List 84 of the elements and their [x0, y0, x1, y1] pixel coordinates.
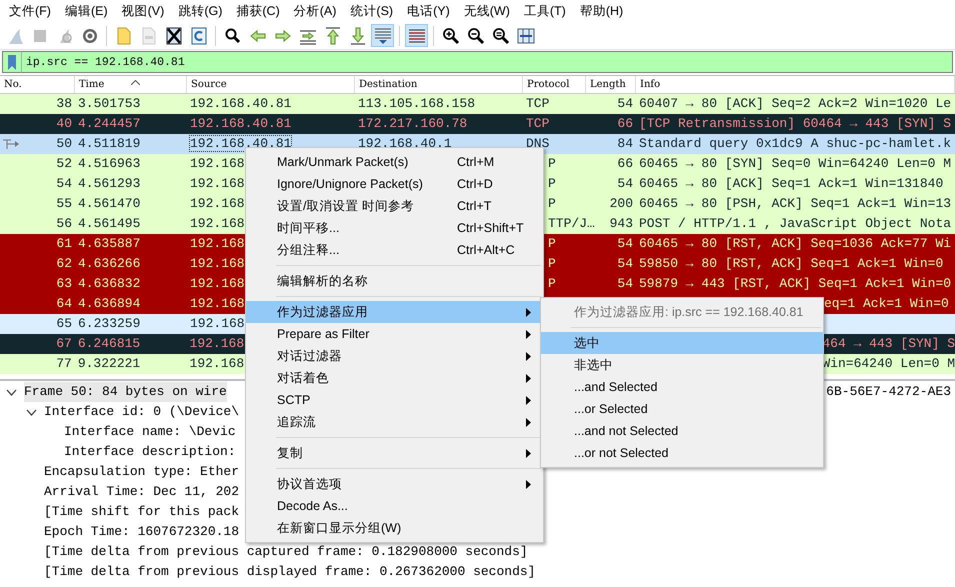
- table-cell: 192.168: [190, 256, 245, 271]
- table-cell: 66: [617, 116, 633, 131]
- table-cell: P: [548, 176, 556, 191]
- table-cell: 192.168.40.81: [190, 136, 292, 151]
- table-cell: 67: [56, 336, 72, 351]
- table-cell: TCP: [526, 116, 550, 131]
- table-cell: 65: [56, 316, 72, 331]
- table-cell: TTP/J…: [548, 216, 595, 231]
- table-cell: 77: [56, 356, 72, 371]
- table-cell: 54: [56, 176, 72, 191]
- table-cell: TCP: [526, 96, 550, 111]
- table-cell: 192.168: [190, 336, 244, 351]
- table-cell: 60465 → 80 [ACK] Seq=1 Ack=1 Win=131840: [639, 176, 944, 191]
- table-cell: 192.168: [190, 236, 245, 251]
- table-cell: 192.168.40.1: [358, 136, 452, 151]
- table-cell: 55: [56, 196, 72, 211]
- table-cell: 4.516963: [78, 156, 140, 171]
- table-cell: P: [548, 256, 556, 271]
- table-cell: 464 → 443 [SYN] S: [822, 336, 955, 351]
- table-cell: 4.636894: [78, 296, 140, 311]
- table-cell: 38: [56, 96, 72, 111]
- table-cell: 4.636266: [78, 256, 140, 271]
- menu-header: 作为过滤器应用: ip.src == 192.168.40.81: [573, 304, 804, 321]
- table-cell: 4.561495: [78, 216, 140, 231]
- table-cell: 56: [56, 216, 72, 231]
- table-cell: DNS: [526, 136, 550, 151]
- table-cell: 61: [56, 236, 72, 251]
- table-cell: 60465 → 80 [SYN] Seq=0 Win=64240 Len=0 M: [639, 156, 952, 171]
- shortcut-text: Ctrl+Shift+T: [457, 220, 524, 237]
- table-cell: 54: [617, 176, 633, 191]
- table-cell: 52: [56, 156, 72, 171]
- table-cell: eq=1 Ack=1 Win=0: [824, 296, 949, 311]
- table-cell: 4.561293: [78, 176, 140, 191]
- table-cell: POST / HTTP/1.1 , JavaScript Object Nota: [639, 216, 952, 231]
- table-cell: 6.246815: [78, 336, 140, 351]
- table-cell: 54: [617, 96, 633, 111]
- shortcut-text: Ctrl+Alt+C: [457, 242, 515, 259]
- table-cell: 50: [56, 136, 72, 151]
- table-cell: 4.635887: [78, 236, 140, 251]
- table-cell: 6.233259: [78, 316, 140, 331]
- table-cell: 40: [56, 116, 72, 131]
- table-cell: 192.168.40.81: [190, 116, 292, 131]
- table-cell: 59850 → 80 [RST, ACK] Seq=1 Ack=1 Win=0: [639, 256, 944, 271]
- table-cell: P: [548, 156, 556, 171]
- table-cell: 192.168: [190, 356, 244, 371]
- table-cell: 54: [617, 236, 633, 251]
- shortcut-text: Ctrl+T: [457, 198, 492, 215]
- table-cell: 54: [617, 256, 633, 271]
- table-cell: 192.168: [190, 276, 245, 291]
- table-cell: P: [548, 236, 556, 251]
- table-cell: 192.168.40.81: [190, 96, 292, 111]
- table-cell: 200: [610, 196, 633, 211]
- table-cell: 192.168: [190, 296, 245, 311]
- table-cell: 113.105.168.158: [358, 96, 476, 111]
- table-cell: 4.636832: [78, 276, 140, 291]
- table-cell: 4.511819: [78, 136, 140, 151]
- shortcut-text: Ctrl+M: [457, 154, 494, 171]
- table-cell: 66: [617, 156, 633, 171]
- table-cell: 4.244457: [78, 116, 140, 131]
- table-cell: P: [548, 276, 556, 291]
- table-cell: 9.322221: [78, 356, 140, 371]
- table-cell: 192.168: [190, 316, 245, 331]
- table-cell: 59879 → 443 [RST, ACK] Seq=1 Ack=1 Win=0: [639, 276, 952, 291]
- table-cell: 64: [56, 296, 72, 311]
- table-cell: 84: [617, 136, 633, 151]
- table-cell: P: [548, 196, 556, 211]
- table-cell: Win=64240 Len=0 M: [822, 356, 955, 371]
- table-cell: 60465 → 80 [RST, ACK] Seq=1036 Ack=77 Wi: [639, 236, 952, 251]
- table-cell: 60407 → 80 [ACK] Seq=2 Ack=2 Win=1020 Le: [639, 96, 952, 111]
- table-cell: Standard query 0x1dc9 A shuc-pc-hamlet.k: [639, 136, 952, 151]
- table-cell: 63: [56, 276, 72, 291]
- table-cell: 4.561470: [78, 196, 140, 211]
- table-cell: 943: [610, 216, 633, 231]
- table-cell: 54: [617, 276, 633, 291]
- table-cell: 192.168: [190, 216, 245, 231]
- table-cell: 60465 → 80 [PSH, ACK] Seq=1 Ack=1 Win=13: [639, 196, 952, 211]
- table-cell: 192.168: [190, 196, 245, 211]
- table-cell: 62: [56, 256, 72, 271]
- shortcut-text: Ctrl+D: [457, 176, 493, 193]
- table-cell: 192.168: [190, 176, 245, 191]
- table-cell: [TCP Retransmission] 60464 → 443 [SYN] S: [639, 116, 952, 131]
- table-cell: 172.217.160.78: [358, 116, 468, 131]
- table-cell: 3.501753: [78, 96, 140, 111]
- table-cell: 192.168: [190, 156, 245, 171]
